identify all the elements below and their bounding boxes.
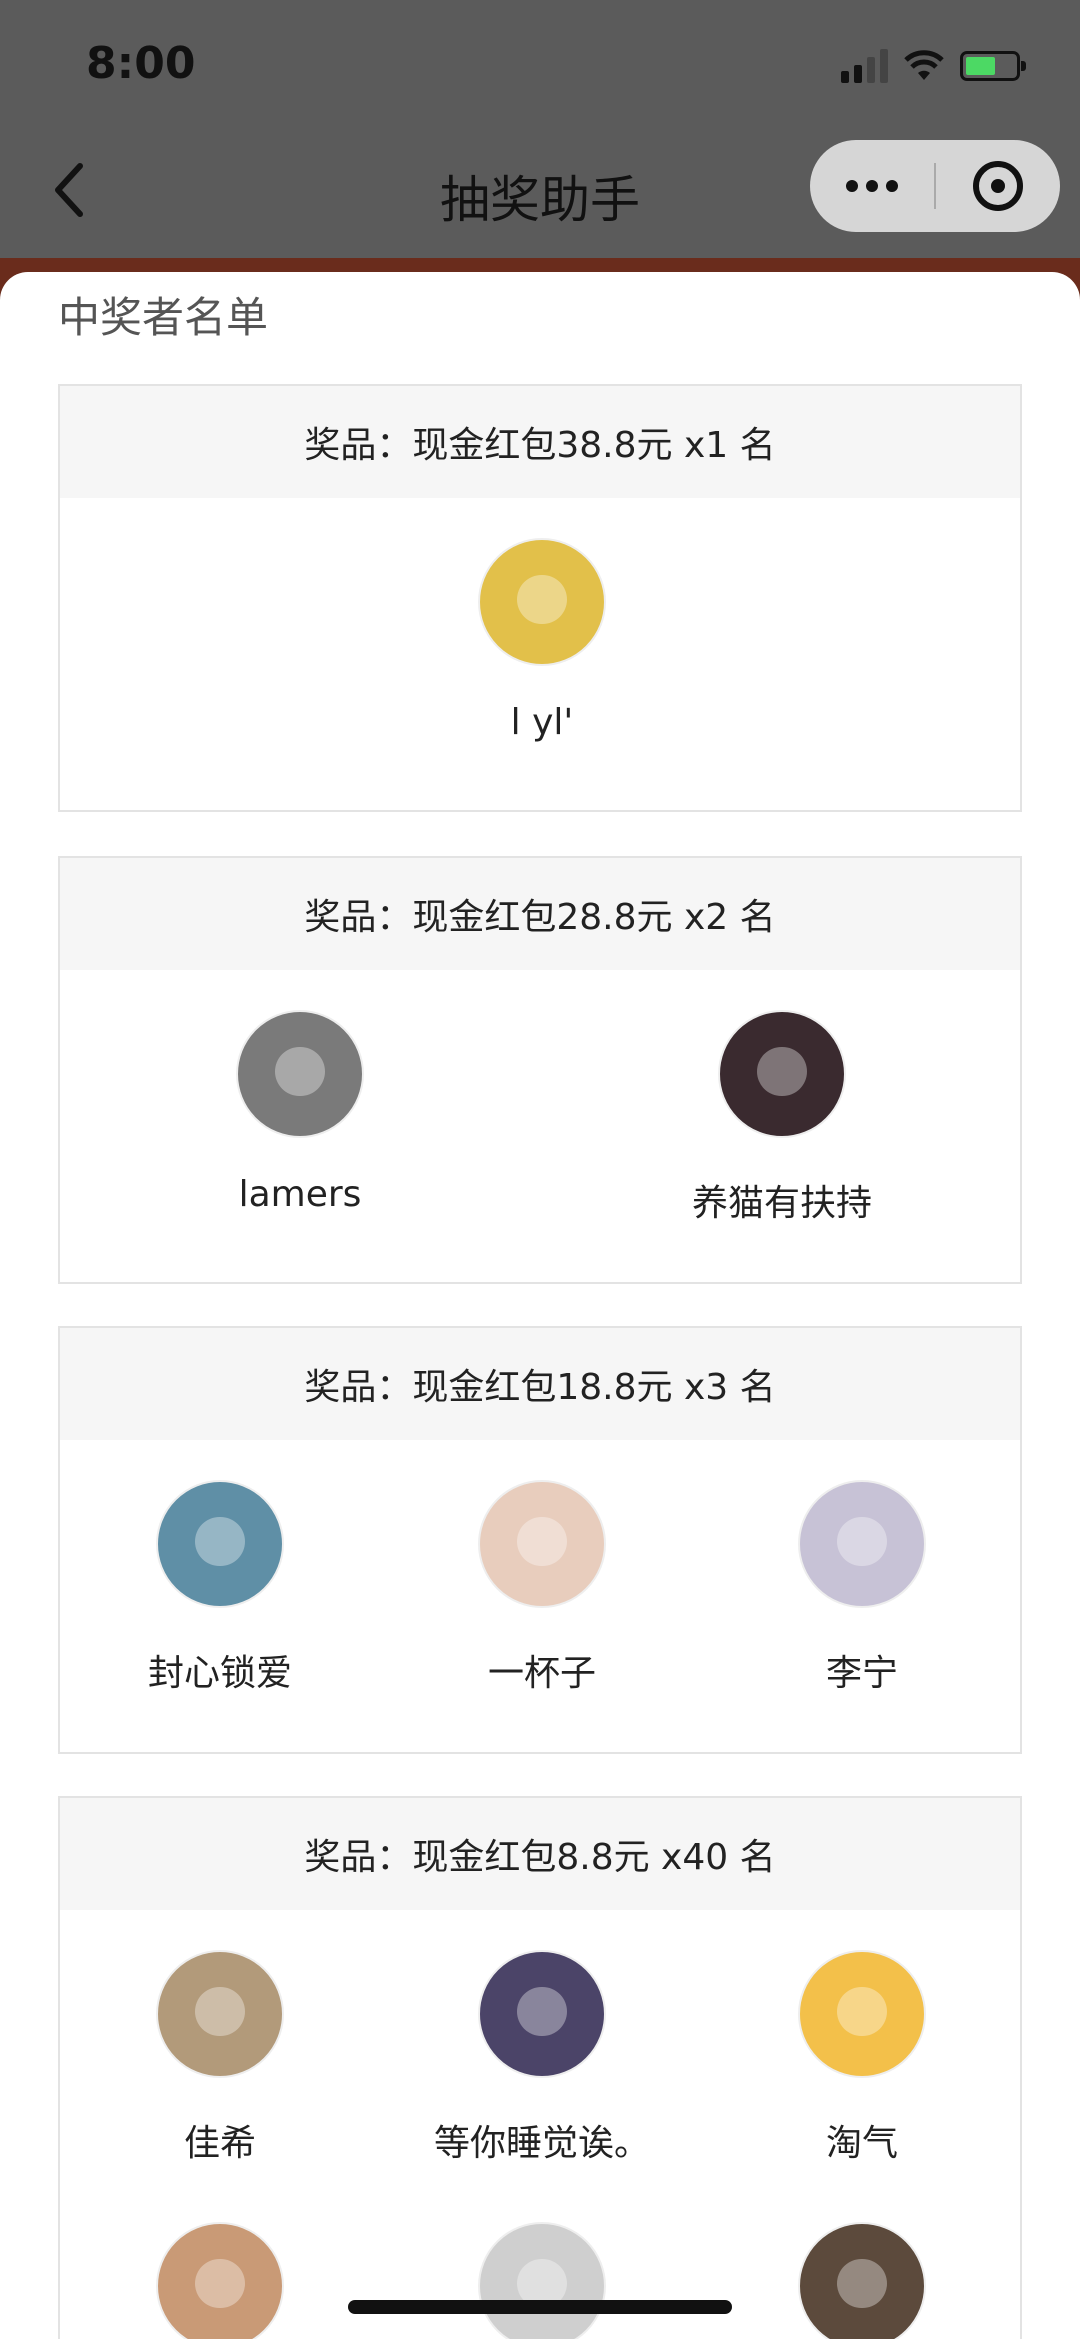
- winner-item[interactable]: 养猫有扶持: [622, 1010, 942, 1226]
- status-time: 8:00: [86, 38, 196, 89]
- prize-label: 奖品：现金红包18.8元 x3 名: [60, 1328, 1020, 1440]
- winner-name: 养猫有扶持: [691, 1183, 872, 1224]
- winner-name: l yl': [510, 702, 574, 743]
- winner-item[interactable]: l yl': [382, 538, 702, 743]
- prize-card: 奖品：现金红包38.8元 x1 名 l yl': [58, 384, 1022, 812]
- avatar: [156, 1480, 284, 1608]
- winner-item[interactable]: [60, 2222, 380, 2339]
- prize-card: 奖品：现金红包28.8元 x2 名 lamers 养猫有扶持: [58, 856, 1022, 1284]
- winner-name: 等你睡觉诶。: [433, 2123, 650, 2164]
- prize-card: 奖品：现金红包8.8元 x40 名 佳希 等你睡觉诶。 淘气: [58, 1796, 1022, 2339]
- winner-item[interactable]: 封心锁爱: [60, 1480, 380, 1696]
- top-bar: 8:00 抽奖助手: [0, 0, 1080, 258]
- winner-name: lamers: [238, 1174, 362, 1215]
- avatar: [718, 1010, 846, 1138]
- winner-item[interactable]: 淘气: [702, 1950, 1022, 2166]
- avatar: [156, 2222, 284, 2339]
- winner-item[interactable]: [382, 2222, 702, 2339]
- section-title: 中奖者名单: [58, 293, 269, 342]
- close-mini-program-button[interactable]: [936, 140, 1060, 232]
- winner-list: 封心锁爱 一杯子 李宁: [60, 1440, 1020, 1752]
- winner-item[interactable]: 等你睡觉诶。: [382, 1950, 702, 2166]
- avatar: [478, 538, 606, 666]
- winner-list: 佳希 等你睡觉诶。 淘气: [60, 1910, 1020, 2339]
- winner-list: l yl': [60, 498, 1020, 810]
- more-button[interactable]: [810, 140, 934, 232]
- avatar: [798, 1950, 926, 2078]
- home-indicator[interactable]: [348, 2300, 732, 2314]
- prize-card: 奖品：现金红包18.8元 x3 名 封心锁爱 一杯子 李宁: [58, 1326, 1022, 1754]
- navbar: 抽奖助手: [0, 130, 1080, 250]
- winner-item[interactable]: lamers: [140, 1010, 460, 1215]
- avatar: [236, 1010, 364, 1138]
- winner-name: 一杯子: [487, 1653, 596, 1694]
- avatar: [156, 1950, 284, 2078]
- winner-name: 李宁: [825, 1653, 898, 1694]
- winner-item[interactable]: 佳希: [60, 1950, 380, 2166]
- prize-label: 奖品：现金红包28.8元 x2 名: [60, 858, 1020, 970]
- wifi-icon: [904, 50, 944, 80]
- mini-program-capsule: [810, 140, 1060, 232]
- winner-item[interactable]: 一杯子: [382, 1480, 702, 1696]
- prize-label: 奖品：现金红包8.8元 x40 名: [60, 1798, 1020, 1910]
- prize-label: 奖品：现金红包38.8元 x1 名: [60, 386, 1020, 498]
- winner-list: lamers 养猫有扶持: [60, 970, 1020, 1282]
- winner-name: 封心锁爱: [147, 1653, 292, 1694]
- avatar: [798, 1480, 926, 1608]
- target-icon: [973, 161, 1023, 211]
- avatar: [798, 2222, 926, 2339]
- winner-item[interactable]: [702, 2222, 1022, 2339]
- winners-sheet[interactable]: 中奖者名单 奖品：现金红包38.8元 x1 名 l yl' 奖品：现金红包28.…: [0, 272, 1080, 2339]
- winner-name: 淘气: [825, 2123, 898, 2164]
- status-icons: [841, 46, 1026, 86]
- avatar: [478, 1950, 606, 2078]
- signal-icon: [841, 49, 888, 83]
- battery-icon: [960, 51, 1026, 81]
- avatar: [478, 1480, 606, 1608]
- winner-name: 佳希: [183, 2123, 256, 2164]
- more-icon: [846, 180, 858, 192]
- avatar: [478, 2222, 606, 2339]
- winner-item[interactable]: 李宁: [702, 1480, 1022, 1696]
